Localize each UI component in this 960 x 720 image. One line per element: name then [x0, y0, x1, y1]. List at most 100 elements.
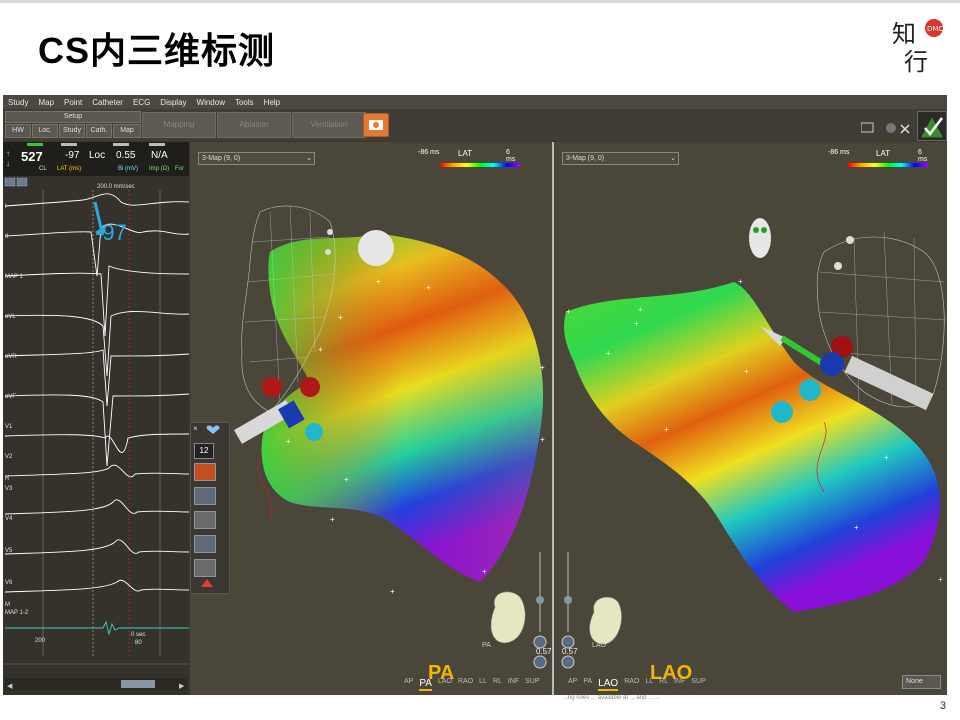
map-button[interactable]: Map: [113, 124, 141, 138]
ablation-button[interactable]: Ablation: [217, 112, 291, 138]
view-inf-left[interactable]: INF: [508, 678, 519, 691]
view-ap-left[interactable]: AP: [404, 678, 413, 691]
view-pa-right[interactable]: PA: [583, 678, 592, 691]
view-list-left: AP PA LAO RAO LL RL INF SUP: [404, 678, 540, 691]
menu-bar: Study Map Point Catheter ECG Display Win…: [3, 95, 947, 109]
camera-icon: [369, 120, 383, 130]
footnote: ...ng rules ... available at ... and ...…: [563, 695, 660, 701]
map-view-lao[interactable]: 3-Map (9, 0) ⌄ -86 ms LAT 6 ms + + + + +…: [554, 142, 947, 695]
footnote-strip: ...ng rules ... available at ... and ...…: [3, 695, 947, 707]
setup-button[interactable]: Setup: [5, 111, 141, 123]
menu-help[interactable]: Help: [259, 95, 285, 109]
view-pa-left[interactable]: PA: [419, 678, 432, 691]
menu-tools[interactable]: Tools: [230, 95, 259, 109]
tool-button-1[interactable]: [194, 463, 216, 481]
tool-button-4[interactable]: [194, 535, 216, 553]
view-inf-right[interactable]: INF: [674, 678, 685, 691]
svg-text:+: +: [854, 523, 859, 532]
svg-text:+: +: [344, 475, 349, 484]
svg-text:+: +: [426, 283, 431, 292]
menu-window[interactable]: Window: [192, 95, 230, 109]
lead-map12: MAP 1-2: [5, 610, 29, 616]
svg-text:知: 知: [892, 20, 916, 48]
view-lao-left[interactable]: LAO: [438, 678, 452, 691]
menu-catheter[interactable]: Catheter: [87, 95, 128, 109]
svg-text:▶: ▶: [179, 683, 185, 690]
sweep-speed: 200.0 mm/sec: [97, 184, 135, 190]
lead-r: R: [5, 476, 10, 482]
display-select[interactable]: None: [902, 675, 941, 689]
svg-text:+: +: [606, 349, 611, 358]
hw-button[interactable]: HW: [5, 124, 31, 138]
svg-text:+: +: [540, 435, 545, 444]
view-lao-right[interactable]: LAO: [598, 678, 619, 691]
mini-tag-lao: LAO: [592, 642, 607, 649]
channel-number[interactable]: 12: [194, 443, 214, 459]
lead-v3: V3: [5, 486, 13, 492]
svg-text:◀: ◀: [7, 683, 13, 690]
view-ll-left[interactable]: LL: [479, 678, 487, 691]
mapping-button[interactable]: Mapping: [142, 112, 216, 138]
lead-m: M: [5, 602, 10, 608]
svg-text:+: +: [338, 313, 343, 322]
study-button[interactable]: Study: [59, 124, 85, 138]
lat-annotation: -97: [95, 220, 127, 245]
view-ap-right[interactable]: AP: [568, 678, 577, 691]
lead-map1: MAP 1: [5, 274, 23, 280]
tool-button-2[interactable]: [194, 487, 216, 505]
scale-right2: 80: [135, 640, 142, 646]
lead-avf: aVF: [5, 394, 17, 400]
tool-button-3[interactable]: [194, 511, 216, 529]
menu-ecg[interactable]: ECG: [128, 95, 155, 109]
ecg-header: 527 CL -97 LAT (ms) Loc 0.55 Bi (mV) N/A…: [3, 142, 189, 176]
mini-tag-pa: PA: [482, 642, 491, 649]
tool-icon[interactable]: [199, 577, 215, 591]
menu-point[interactable]: Point: [59, 95, 87, 109]
view-rao-left[interactable]: RAO: [458, 678, 473, 691]
svg-text:+: +: [634, 319, 639, 328]
lead-ii: II: [5, 234, 9, 240]
view-rao-right[interactable]: RAO: [624, 678, 639, 691]
ventilation-button[interactable]: Ventilation: [292, 112, 366, 138]
view-rl-left[interactable]: RL: [493, 678, 502, 691]
heart-icon: [206, 425, 220, 434]
tool-button-5[interactable]: [194, 559, 216, 577]
map-view-pa[interactable]: 3-Map (9, 0) ⌄ -86 ms LAT 6 ms + + + + +…: [190, 142, 552, 695]
view-rl-right[interactable]: RL: [659, 678, 668, 691]
lead-v4: V4: [5, 516, 13, 522]
svg-text:+: +: [286, 437, 291, 446]
close-icon[interactable]: ×: [193, 424, 198, 433]
lead-v5: V5: [5, 548, 13, 554]
heart-map-pa: + + + + + + + + + + +: [234, 205, 547, 669]
svg-text:行: 行: [904, 48, 928, 74]
svg-text:+: +: [566, 307, 571, 316]
svg-text:DMC: DMC: [927, 25, 943, 33]
svg-text:+: +: [938, 575, 943, 584]
lead-v1: V1: [5, 424, 13, 430]
view-list-right: AP PA LAO RAO LL RL INF SUP: [568, 678, 706, 691]
svg-text:↓: ↓: [6, 159, 10, 168]
menu-map[interactable]: Map: [33, 95, 59, 109]
svg-text:+: +: [738, 277, 743, 286]
menu-study[interactable]: Study: [3, 95, 33, 109]
menu-display[interactable]: Display: [155, 95, 191, 109]
view-sup-right[interactable]: SUP: [691, 678, 705, 691]
svg-text:+: +: [330, 515, 335, 524]
snapshot-button[interactable]: [363, 113, 389, 137]
loc-button[interactable]: Loc.: [32, 124, 58, 138]
status-icons: [861, 122, 910, 134]
status-check-button[interactable]: [917, 111, 947, 141]
svg-text:+: +: [540, 363, 545, 372]
svg-text:+: +: [664, 425, 669, 434]
svg-text:+: +: [376, 277, 381, 286]
svg-text:+: +: [390, 587, 395, 596]
view-ll-right[interactable]: LL: [645, 678, 653, 691]
svg-text:+: +: [482, 567, 487, 576]
cath-button[interactable]: Cath.: [86, 124, 112, 138]
ecg-traces: ◀ ▶: [3, 176, 189, 695]
carto-app-window: Study Map Point Catheter ECG Display Win…: [3, 95, 947, 695]
page-number: 3: [939, 700, 946, 712]
view-sup-left[interactable]: SUP: [525, 678, 539, 691]
display-select-label: None: [906, 678, 923, 685]
top-rule: [0, 0, 960, 3]
